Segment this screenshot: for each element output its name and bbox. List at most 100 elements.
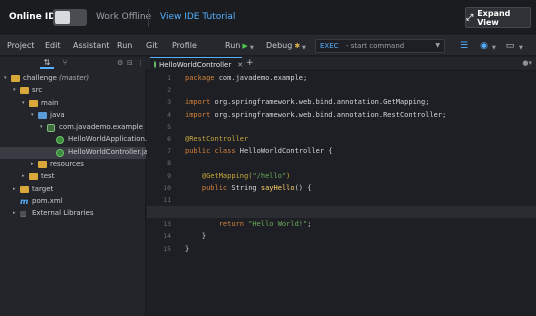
code-token: "Hello World!"	[248, 220, 308, 229]
folder-icon	[38, 161, 47, 169]
menu-profile[interactable]: Profile	[172, 41, 197, 50]
code-line[interactable]: public class HelloWorldController {	[185, 145, 535, 157]
tree-item[interactable]: ▾ java	[0, 110, 146, 122]
menu-bar: Project Edit Assistant Run Git Profile R…	[0, 36, 536, 56]
tree-item-name: java	[50, 110, 65, 119]
chevron-down-icon[interactable]: ▾	[40, 124, 43, 130]
line-number: 6	[167, 134, 171, 143]
code-token: public class	[185, 147, 240, 156]
code-token: }	[185, 244, 190, 253]
project-tree-tab-icon[interactable]: ⇅	[40, 58, 54, 69]
line-number-gutter: 123456789101112131415	[147, 72, 173, 255]
menu-edit[interactable]: Edit	[45, 41, 61, 50]
tree-item[interactable]: ▸ resources	[0, 159, 146, 171]
git-tab-icon[interactable]: ⑂	[58, 58, 72, 69]
gear-icon[interactable]: ⚙	[117, 59, 123, 67]
code-line[interactable]: }	[185, 243, 535, 255]
library-icon: ▥	[20, 210, 27, 219]
line-number: 10	[163, 183, 171, 192]
chevron-right-icon[interactable]: ▸	[22, 173, 25, 179]
tree-item[interactable]: ▾ com.javademo.example	[0, 122, 146, 134]
tree-item-name: External Libraries	[32, 209, 94, 218]
code-line[interactable]	[185, 84, 535, 96]
tree-item-name: test	[41, 172, 55, 181]
tree-item-name: src	[32, 86, 43, 95]
menu-assistant[interactable]: Assistant	[73, 41, 109, 50]
globe-dropdown-icon[interactable]: ▼	[492, 45, 496, 51]
layout-dropdown-icon[interactable]: ▼	[519, 45, 523, 51]
tab-menu-icon[interactable]: ●▾	[522, 59, 532, 67]
collapse-icon[interactable]: ⊟	[127, 59, 133, 67]
run-dropdown-icon[interactable]: ▼	[250, 45, 254, 51]
code-area[interactable]: package com.javademo.example; import org.…	[147, 72, 536, 255]
tree-item-name: challenge	[23, 74, 57, 82]
tree-item-label: HelloWorldController.java	[68, 148, 156, 156]
line-number: 11	[163, 195, 171, 204]
tree-item-label: test	[41, 172, 54, 180]
code-line[interactable]	[185, 121, 535, 133]
chevron-right-icon[interactable]: ▸	[31, 161, 34, 167]
ide-tutorial-link[interactable]: View IDE Tutorial	[160, 12, 235, 22]
tree-item[interactable]: ▸ ▥ External Libraries	[0, 208, 146, 220]
online-offline-toggle[interactable]	[53, 9, 87, 26]
work-offline-label[interactable]: Work Offline	[96, 12, 151, 22]
chevron-down-icon[interactable]: ▾	[4, 75, 7, 81]
chevron-right-icon[interactable]: ▸	[13, 186, 16, 192]
chevron-right-icon[interactable]: ▸	[13, 210, 16, 216]
tree-item[interactable]: HelloWorldController.java	[0, 146, 156, 160]
more-icon[interactable]: ⋮	[137, 59, 144, 67]
globe-icon[interactable]: ◉	[477, 40, 491, 52]
tree-item-label: resources	[50, 160, 84, 168]
tree-item[interactable]: ▾ challenge (master)	[0, 73, 146, 85]
close-icon[interactable]: ✕	[237, 61, 243, 69]
menu-git[interactable]: Git	[146, 41, 158, 50]
chevron-down-icon[interactable]: ▾	[31, 112, 34, 118]
code-line[interactable]: }	[185, 230, 535, 242]
current-line[interactable]	[147, 206, 536, 219]
tree-item[interactable]: m pom.xml	[0, 196, 146, 208]
tree-item-label: challenge (master)	[23, 74, 89, 82]
tree-item[interactable]: ▸ test	[0, 171, 146, 183]
code-editor[interactable]: 123456789101112131415 package com.javade…	[147, 72, 536, 316]
debug-label: Debug	[266, 41, 293, 50]
menu-run[interactable]: Run	[117, 41, 132, 50]
tree-item-label: src	[32, 86, 42, 94]
code-token: @GetMapping(	[185, 171, 253, 180]
line-number: 9	[167, 171, 171, 180]
line-number: 5	[167, 122, 171, 131]
run-button[interactable]: Run ▶	[225, 41, 248, 50]
tree-item[interactable]: ▸ target	[0, 184, 146, 196]
layout-icon[interactable]: ▭	[503, 40, 517, 52]
tab-hello-world-controller[interactable]: HelloWorldController ✕	[150, 57, 243, 71]
line-number: 2	[167, 86, 171, 95]
tree-item[interactable]: ▾ main	[0, 98, 146, 110]
debug-button[interactable]: Debug ✱	[266, 41, 300, 50]
tree-item-name: com.javademo.example	[59, 123, 143, 132]
code-line[interactable]: public String sayHello() {	[185, 182, 535, 194]
chevron-down-icon[interactable]: ▾	[22, 100, 25, 106]
code-line[interactable]: @RestController	[185, 133, 535, 145]
code-token: package	[185, 74, 219, 82]
code-line[interactable]: @GetMapping("/hello")	[185, 170, 535, 182]
line-number: 4	[167, 110, 171, 119]
code-line[interactable]	[185, 157, 535, 169]
code-line[interactable]: package com.javademo.example;	[185, 72, 535, 84]
debug-dropdown-icon[interactable]: ▼	[302, 45, 306, 51]
chevron-down-icon[interactable]: ▾	[13, 87, 16, 93]
expand-icon: ⤢	[466, 12, 474, 23]
code-token: @RestController	[185, 134, 249, 143]
expand-view-button[interactable]: ⤢ Expand View	[465, 7, 531, 28]
add-tab-icon[interactable]: +	[246, 58, 254, 68]
exec-command-select[interactable]: EXEC - start command ▼	[315, 39, 445, 53]
list-view-icon[interactable]: ☰	[457, 40, 471, 52]
code-line[interactable]: import org.springframework.web.bind.anno…	[185, 96, 535, 108]
code-line[interactable]: import org.springframework.web.bind.anno…	[185, 109, 535, 121]
tree-item[interactable]: HelloWorldApplication.java	[0, 134, 162, 146]
code-line[interactable]	[185, 194, 535, 206]
tree-item-name: pom.xml	[32, 196, 63, 205]
tree-item[interactable]: ▾ src	[0, 85, 146, 97]
folder-icon	[38, 111, 47, 119]
line-number: 14	[163, 232, 171, 241]
code-line[interactable]: return "Hello World!";	[185, 218, 535, 230]
menu-project[interactable]: Project	[7, 41, 34, 50]
